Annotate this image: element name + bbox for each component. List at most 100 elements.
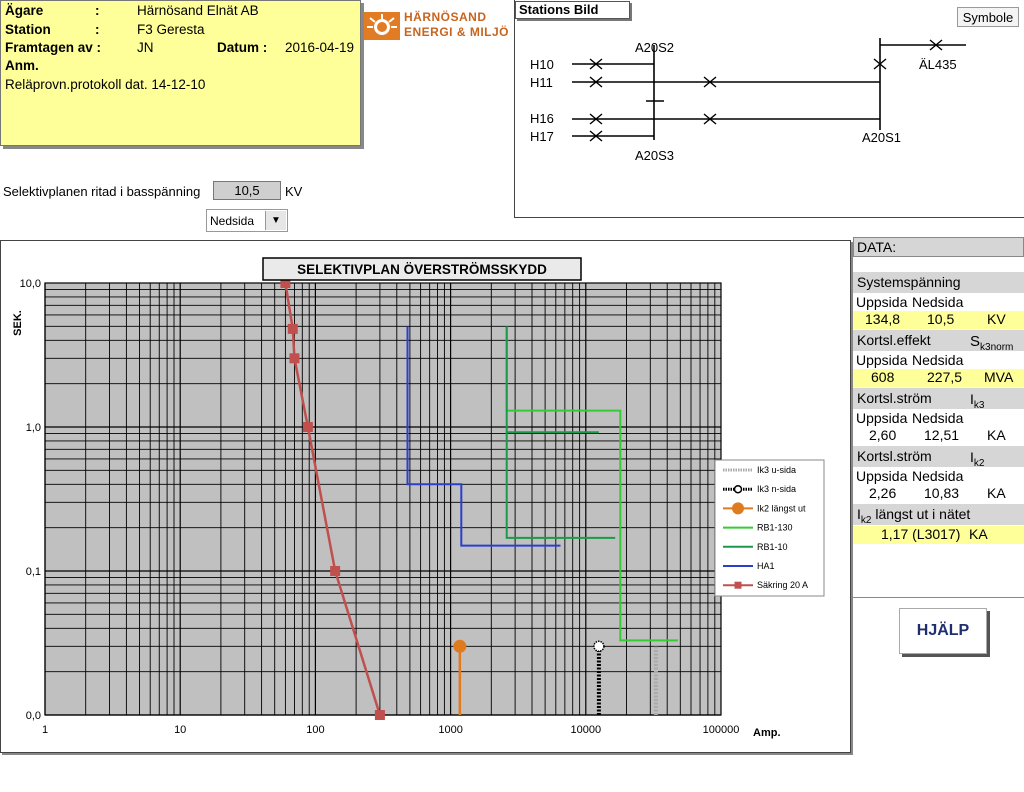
station-value: F3 Geresta [137,22,205,37]
side-select[interactable]: Nedsida ▼ [206,209,288,232]
label-h10: H10 [530,57,554,72]
legend-ik3-n-sida-marker [733,484,743,494]
single-line-diagram [572,38,966,142]
series-s-kring-20-a-marker [374,710,385,720]
x-tick-label: 10000 [571,724,602,736]
legend-ha1-label: HA1 [757,561,775,571]
y-tick-label: 0,0 [26,710,41,722]
legend-s-kring-20-a-label: Säkring 20 A [757,580,808,590]
x-tick-label: 10 [174,724,186,736]
chart-title: SELEKTIVPLAN ÖVERSTRÖMSSKYDD [297,262,547,277]
sc-current3-unit: KA [987,427,1006,443]
ik2-far-header: Ik2 längst ut i nätet [853,504,1024,526]
station-label: Station [5,22,51,37]
x-tick-label: 100000 [703,724,740,736]
chart-frame: 1 10 100 1000 10000 100000 10,0 1,0 0,1 0,0 SELEK… [0,240,851,753]
info-card: Ägare : Härnösand Elnät AB Station : F3 … [0,0,361,146]
date-label: Datum : [217,40,268,55]
system-voltage-col1: Uppsida [856,294,908,310]
label-h16: H16 [530,111,554,126]
series-ik2-l-ngst-ut-marker [453,639,467,653]
legend-ik3-n-sida-label: Ik3 n-sida [757,484,796,494]
station-diagram-title: Stations Bild [515,1,630,19]
sc-current3-up: 2,60 [869,427,897,443]
legend-ik3-u-sida-label: Ik3 u-sida [757,465,796,475]
ik2-far-label: längst ut i nätet [871,506,971,522]
legend-s-kring-20-a-marker [734,581,742,589]
station-colon: : [95,22,100,37]
sc-power-unit: MVA [984,369,1014,385]
sc-current2-values: 2,26 10,83 KA [853,485,1024,503]
owner-colon: : [95,3,100,18]
sc-power-sym-sub: k3norm [980,342,1014,353]
series-s-kring-20-a-marker [287,323,298,334]
sc-power-sym-letter: S [970,333,981,350]
sc-current2-symbol: Ik2 [970,447,984,474]
x-tick-label: 1000 [438,724,462,736]
ik2-far-sym-sub: k2 [860,514,872,526]
remark-text: Reläprovn.protokoll dat. 14-12-10 [5,77,206,92]
series-s-kring-20-a-marker [330,566,341,576]
label-h11: H11 [530,75,553,90]
logo-line1: HÄRNÖSAND [404,10,487,24]
company-logo-text: HÄRNÖSAND ENERGI & MILJÖ [404,10,509,40]
y-axis-label: SEK. [12,310,24,336]
sc-current3-col1: Uppsida [856,410,908,426]
sc-current2-up: 2,26 [869,485,897,501]
sc-current2-col1: Uppsida [856,468,908,484]
sc-current3-header: Kortsl.ström Ik3 [853,388,1024,411]
label-a20s3: A20S3 [635,148,675,163]
label-a20s1: A20S1 [862,130,902,145]
sc-power-header: Kortsl.effekt Sk3norm [853,330,1024,353]
base-voltage-unit: KV [285,184,303,199]
series-ik3-n-sida-marker [593,640,605,653]
chevron-down-icon[interactable]: ▼ [265,211,286,230]
legend-rb1-10-label: RB1-10 [757,542,788,552]
remark-label: Anm. [5,58,39,73]
author-label: Framtagen av : [5,40,102,55]
company-logo-icon [364,12,400,40]
side-select-value: Nedsida [210,214,255,228]
sc-power-down: 227,5 [927,369,963,385]
system-voltage-unit: KV [987,311,1006,327]
date-value: 2016-04-19 [285,40,355,55]
label-h17: H17 [530,129,554,144]
sc-current3-symbol: Ik3 [970,389,984,416]
breaker-symbols [589,39,943,142]
sc-power-values: 608 227,5 MVA [853,369,1024,387]
sc-current2-label: Kortsl.ström [857,448,932,464]
x-tick-label: 1 [42,724,48,736]
author-value: JN [137,40,154,55]
system-voltage-down: 10,5 [927,311,955,327]
base-voltage-field[interactable]: 10,5 [213,181,281,200]
sc-current2-unit: KA [987,485,1006,501]
sc-power-col2: Nedsida [912,352,964,368]
sc-current3-down: 12,51 [924,427,960,443]
y-tick-label: 1,0 [26,422,41,434]
series-s-kring-20-a-marker [289,353,300,364]
system-voltage-up: 134,8 [865,311,901,327]
sc-current3-label: Kortsl.ström [857,390,932,406]
ik2-far-value: 1,17 (L3017) [881,526,961,542]
ik2-far-values: 1,17 (L3017) KA [853,526,1024,544]
legend-ik2-l-ngst-ut-label: Ik2 längst ut [757,503,806,513]
sc-current2-header: Kortsl.ström Ik2 [853,446,1024,469]
sc-current2-sym-sub: k2 [973,457,985,469]
ik2-far-unit: KA [969,526,988,542]
logo-line2: ENERGI & MILJÖ [404,25,510,39]
sc-current3-sym-sub: k3 [973,399,985,411]
sc-power-up: 608 [871,369,895,385]
sc-power-col1: Uppsida [856,352,908,368]
legend-ik2-l-ngst-ut-marker [732,502,744,515]
y-tick-label: 10,0 [20,278,41,290]
system-voltage-header: Systemspänning [853,272,1024,293]
sc-power-label: Kortsl.effekt [857,332,931,348]
x-tick-label: 100 [306,724,324,736]
owner-label: Ägare [5,3,44,18]
sc-current3-col2: Nedsida [912,410,964,426]
help-button[interactable]: HJÄLP [899,608,987,654]
sc-current3-values: 2,60 12,51 KA [853,427,1024,445]
y-tick-label: 0,1 [26,566,41,578]
label-al435: ÄL435 [919,57,957,72]
system-voltage-col2: Nedsida [912,294,964,310]
